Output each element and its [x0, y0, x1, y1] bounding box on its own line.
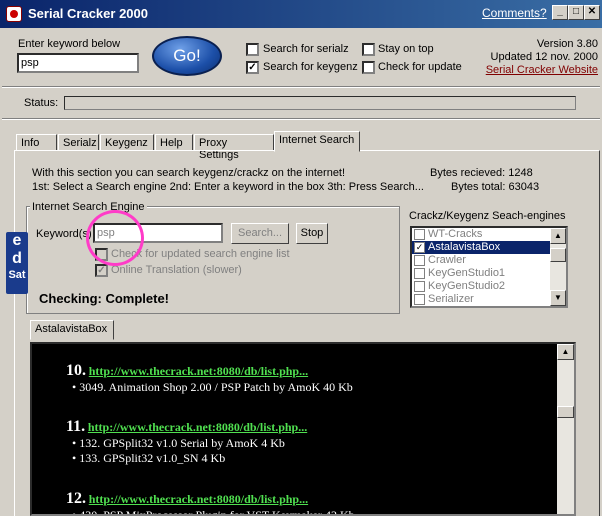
result-link[interactable]: http://www.thecrack.net:8080/db/list.php… [88, 420, 307, 434]
ed-sat-logo: e d Sat [6, 232, 28, 294]
separator [2, 118, 600, 120]
results-scrollbar[interactable]: ▲ [557, 344, 574, 514]
result-item: 11. http://www.thecrack.net:8080/db/list… [66, 418, 308, 465]
checking-status: Checking: Complete! [39, 291, 170, 306]
tab-info[interactable]: Info [16, 134, 57, 151]
result-link[interactable]: http://www.thecrack.net:8080/db/list.php… [89, 364, 308, 378]
scroll-thumb[interactable] [557, 406, 574, 418]
keyword-input[interactable] [17, 53, 139, 73]
status-bar [64, 96, 576, 110]
intro-line-1: With this section you can search keygenz… [32, 167, 346, 179]
version-text: Version 3.80 [536, 38, 598, 50]
search-keygenz-label: Search for keygenz [263, 61, 358, 73]
check-update-checkbox[interactable] [362, 61, 375, 74]
minimize-button[interactable]: _ [552, 5, 568, 20]
engine-item[interactable]: WT-Cracks [412, 228, 566, 241]
engines-title: Crackz/Keygenz Seach-engines [409, 210, 566, 222]
version-info: Version 3.80 Updated 12 nov. 2000 Serial… [470, 38, 598, 77]
scroll-up-icon[interactable]: ▲ [550, 228, 566, 244]
separator [2, 86, 600, 88]
results-area: 10. http://www.thecrack.net:8080/db/list… [30, 342, 576, 516]
tab-internet-search[interactable]: Internet Search [274, 131, 360, 152]
tab-help[interactable]: Help [155, 134, 193, 151]
online-translation-checkbox[interactable]: ✓ [95, 264, 108, 277]
maximize-button[interactable]: □ [568, 5, 584, 20]
search-engine-group-title: Internet Search Engine [30, 201, 147, 213]
search-button[interactable]: Search... [231, 223, 289, 244]
engine-checkbox[interactable] [414, 255, 425, 266]
scroll-down-icon[interactable]: ▼ [550, 290, 566, 306]
updated-text: Updated 12 nov. 2000 [490, 51, 598, 63]
check-update-label: Check for update [378, 61, 462, 73]
engine-checkbox[interactable] [414, 294, 425, 305]
website-link[interactable]: Serial Cracker Website [470, 64, 598, 77]
engine-item[interactable]: ✓ AstalavistaBox [412, 241, 566, 254]
engine-item[interactable]: KeyGenStudio2 [412, 280, 566, 293]
engine-list[interactable]: WT-Cracks ✓ AstalavistaBox Crawler KeyGen… [410, 226, 568, 308]
search-serialz-checkbox[interactable] [246, 43, 259, 56]
intro-line-2: 1st: Select a Search engine 2nd: Enter a… [32, 181, 424, 193]
keyword-label: Enter keyword below [18, 38, 121, 50]
stop-button[interactable]: Stop [296, 223, 328, 244]
result-link[interactable]: http://www.thecrack.net:8080/db/list.php… [89, 492, 308, 506]
bytes-total: Bytes total: 63043 [451, 181, 540, 193]
status-label: Status: [24, 97, 59, 109]
bytes-received: Bytes recieved: 1248 [430, 167, 533, 179]
stay-on-top-label: Stay on top [378, 43, 434, 55]
comments-link[interactable]: Comments? [482, 6, 547, 20]
check-updated-list-label: Check for updated search engine list [111, 248, 290, 260]
scroll-thumb[interactable] [550, 248, 566, 262]
engine-item[interactable]: KeyGenStudio1 [412, 267, 566, 280]
window-title: Serial Cracker 2000 [28, 6, 148, 21]
app-icon [6, 6, 22, 22]
search-keyword-input[interactable] [93, 223, 223, 243]
title-bar: Serial Cracker 2000 Comments? _ □ ✕ [0, 0, 602, 28]
go-button[interactable]: Go! [152, 36, 222, 76]
result-tab-astalavistabox[interactable]: AstalavistaBox [30, 320, 114, 340]
engine-checkbox[interactable] [414, 229, 425, 240]
search-serialz-label: Search for serialz [263, 43, 349, 55]
engine-item[interactable]: Crawler [412, 254, 566, 267]
engine-checkbox[interactable] [414, 281, 425, 292]
tab-keygenz[interactable]: Keygenz [100, 134, 154, 151]
engine-item[interactable]: Serializer [412, 293, 566, 306]
search-keygenz-checkbox[interactable]: ✓ [246, 61, 259, 74]
check-updated-list-checkbox[interactable] [95, 248, 108, 261]
online-translation-label: Online Translation (slower) [111, 264, 242, 276]
result-item: 10. http://www.thecrack.net:8080/db/list… [66, 362, 353, 394]
stay-on-top-checkbox[interactable] [362, 43, 375, 56]
engine-checkbox[interactable] [414, 268, 425, 279]
tab-proxy-settings[interactable]: Proxy Settings [194, 134, 274, 161]
keyword-field-label: Keyword(s) [36, 228, 92, 240]
engine-list-scrollbar[interactable]: ▲ ▼ [550, 228, 566, 306]
result-item: 12. http://www.thecrack.net:8080/db/list… [66, 490, 355, 516]
tab-serialz[interactable]: Serialz [58, 134, 99, 151]
close-button[interactable]: ✕ [584, 5, 600, 20]
engine-checkbox[interactable]: ✓ [414, 242, 425, 253]
scroll-up-icon[interactable]: ▲ [557, 344, 574, 360]
